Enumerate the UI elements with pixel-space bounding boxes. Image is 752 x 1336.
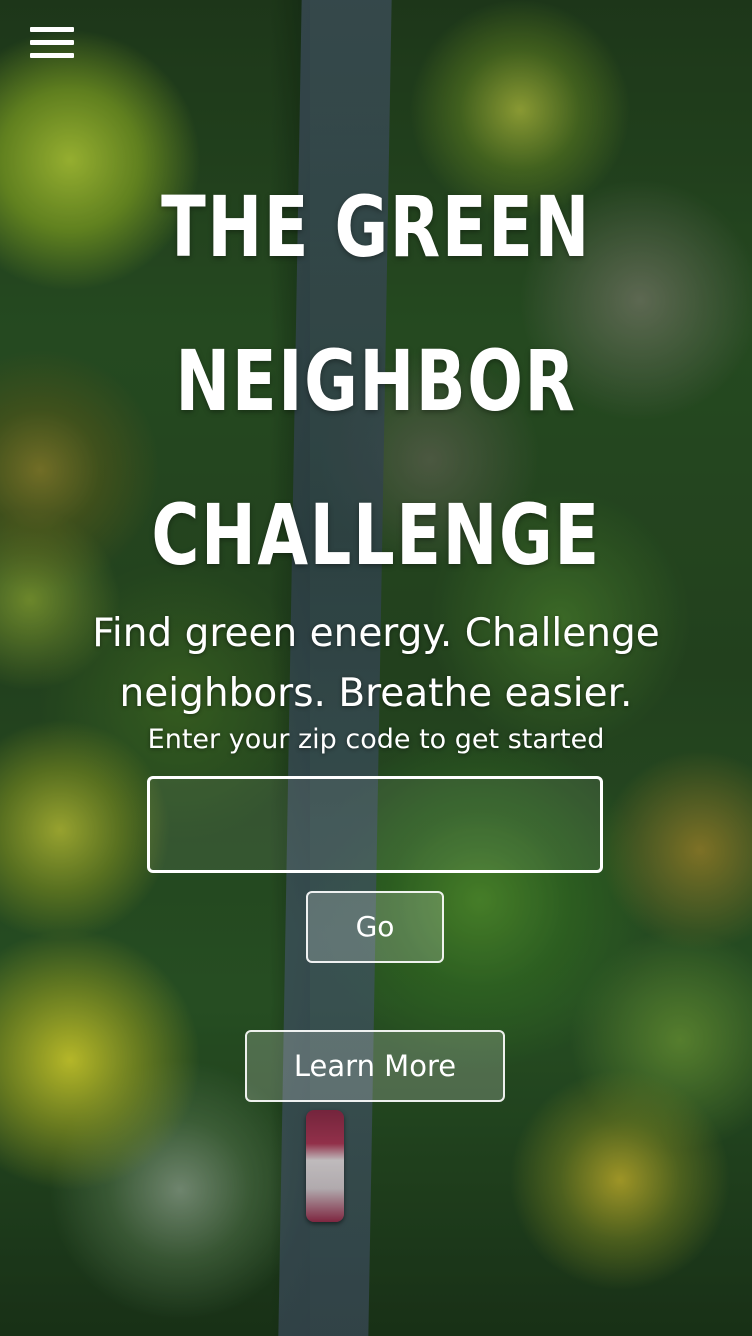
title-line: NEIGHBOR: [175, 332, 577, 430]
tagline: Find green energy. Challenge neighbors. …: [20, 604, 732, 724]
go-button[interactable]: Go: [306, 891, 444, 963]
landing-screen: THE GREEN NEIGHBOR CHALLENGE Find green …: [0, 0, 752, 1336]
zip-code-input[interactable]: [147, 776, 603, 873]
tagline-line: neighbors. Breathe easier.: [119, 671, 633, 716]
hamburger-menu-icon[interactable]: [30, 27, 74, 65]
page-title: THE GREEN NEIGHBOR CHALLENGE: [130, 150, 623, 612]
tagline-line: Find green energy. Challenge: [92, 611, 660, 656]
zip-prompt: Enter your zip code to get started: [147, 724, 605, 755]
menu-bar: [30, 40, 74, 45]
title-line: CHALLENGE: [151, 486, 601, 584]
menu-bar: [30, 27, 74, 32]
menu-bar: [30, 53, 74, 58]
title-line: THE GREEN: [161, 178, 591, 276]
learn-more-button[interactable]: Learn More: [245, 1030, 505, 1102]
